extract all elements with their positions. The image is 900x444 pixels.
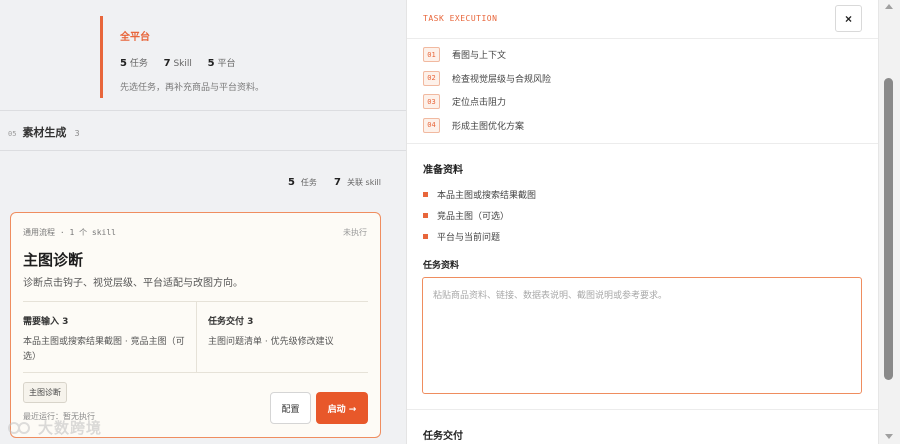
scrollbar[interactable] — [878, 0, 900, 444]
task-card-status: 未执行 — [343, 228, 367, 237]
bullet-icon — [423, 234, 428, 239]
list-item: 本品主图或搜索结果截图 — [423, 184, 536, 205]
tasks-count: 5 — [120, 58, 127, 69]
bullet-icon — [423, 192, 428, 197]
step-number: 01 — [423, 47, 440, 63]
outputs-heading: 任务交付 3 — [208, 317, 254, 327]
prep-item-label: 本品主图或搜索结果截图 — [437, 191, 537, 201]
step-item: 04 形成主图优化方案 — [423, 114, 551, 138]
start-button[interactable]: 启动 → — [316, 392, 368, 424]
skills-count-label: Skill — [173, 59, 192, 69]
section-number: 05 — [8, 130, 17, 138]
step-number: 03 — [423, 94, 440, 110]
divider — [196, 302, 197, 372]
skill-tag[interactable]: 主图诊断 — [23, 382, 67, 403]
platform-group-stats: 5 任务 7 Skill 5 平台 — [120, 56, 370, 69]
close-icon: × — [844, 11, 852, 26]
task-materials-title: 任务资料 — [423, 261, 460, 271]
skills-count: 7 — [163, 58, 171, 69]
panel-label: TASK EXECUTION — [423, 14, 498, 23]
platform-group-hint: 先选任务，再补充商品与平台资料。 — [120, 83, 265, 93]
section-count: 3 — [74, 129, 80, 138]
prep-materials-title: 准备资料 — [423, 165, 463, 176]
scroll-down-arrow-icon[interactable] — [885, 434, 893, 439]
divider — [0, 110, 406, 111]
task-card-meta: 通用流程 · 1 个 skill — [23, 228, 116, 237]
divider — [23, 372, 368, 373]
task-list-panel: 全平台 5 任务 7 Skill 5 平台 先选任务，再补充商品与平台资料。 0… — [0, 0, 406, 444]
task-deliverables-title: 任务交付 — [423, 431, 463, 442]
divider — [407, 409, 878, 410]
task-materials-input[interactable] — [422, 277, 862, 394]
step-item: 02 检查视觉层级与合规风险 — [423, 67, 551, 91]
task-card-outputs: 任务交付 3 主图问题清单 · 优先级修改建议 — [208, 314, 368, 350]
prep-materials-list: 本品主图或搜索结果截图 竞品主图（可选） 平台与当前问题 — [423, 184, 536, 247]
step-number: 02 — [423, 70, 440, 86]
task-card-title: 主图诊断 — [23, 251, 84, 269]
inputs-heading: 需要输入 3 — [23, 317, 69, 327]
outputs-body: 主图问题清单 · 优先级修改建议 — [208, 337, 334, 347]
step-label: 检查视觉层级与合规风险 — [452, 74, 552, 85]
step-label: 看图与上下文 — [452, 51, 507, 62]
task-card-main-image-diagnosis[interactable]: 通用流程 · 1 个 skill 未执行 主图诊断 诊断点击钩子、视觉层级、平台… — [10, 212, 381, 438]
step-label: 形成主图优化方案 — [452, 121, 525, 132]
list-item: 平台与当前问题 — [423, 226, 536, 247]
platforms-count-label: 平台 — [217, 59, 236, 69]
watermark-text: 大数跨境 — [38, 419, 103, 437]
prep-item-label: 竞品主图（可选） — [437, 212, 510, 222]
task-execution-panel: TASK EXECUTION × 01 看图与上下文 02 检查视觉层级与合规风… — [406, 0, 878, 444]
section-title: 素材生成 — [22, 126, 67, 139]
bullet-icon — [423, 213, 428, 218]
divider — [407, 143, 878, 144]
prep-item-label: 平台与当前问题 — [437, 233, 501, 243]
close-button[interactable]: × — [835, 5, 862, 32]
task-card-inputs: 需要输入 3 本品主图或搜索结果截图 · 竞品主图（可选） — [23, 314, 188, 365]
watermark: 大数跨境 — [8, 417, 102, 438]
config-button[interactable]: 配置 — [270, 392, 311, 424]
step-item: 01 看图与上下文 — [423, 43, 551, 67]
summary-tasks-label: 任务 — [300, 178, 317, 187]
step-item: 03 定位点击阻力 — [423, 90, 551, 114]
task-card-description: 诊断点击钩子、视觉层级、平台适配与改图方向。 — [23, 278, 243, 289]
step-list: 01 看图与上下文 02 检查视觉层级与合规风险 03 定位点击阻力 04 形成… — [423, 43, 551, 137]
summary-tasks-count: 5 — [287, 177, 295, 188]
divider — [0, 150, 406, 151]
summary-stats: 5 任务 7 关联 skill — [288, 177, 381, 188]
platform-group-title: 全平台 — [120, 32, 150, 43]
section-header-material-generation[interactable]: 05 素材生成 3 — [8, 124, 80, 140]
watermark-logo-icon — [8, 421, 30, 434]
scroll-up-arrow-icon[interactable] — [885, 4, 893, 9]
platform-group-card[interactable]: 全平台 5 任务 7 Skill 5 平台 先选任务，再补充商品与平台资料。 — [100, 16, 370, 98]
platforms-count: 5 — [207, 58, 215, 69]
summary-skills-label: 关联 skill — [346, 178, 381, 187]
scrollbar-thumb[interactable] — [884, 78, 893, 380]
tasks-count-label: 任务 — [129, 59, 148, 69]
summary-skills-count: 7 — [334, 177, 341, 188]
step-number: 04 — [423, 117, 440, 133]
step-label: 定位点击阻力 — [452, 98, 507, 109]
divider — [407, 38, 878, 39]
list-item: 竞品主图（可选） — [423, 205, 536, 226]
inputs-body: 本品主图或搜索结果截图 · 竞品主图（可选） — [23, 337, 185, 362]
